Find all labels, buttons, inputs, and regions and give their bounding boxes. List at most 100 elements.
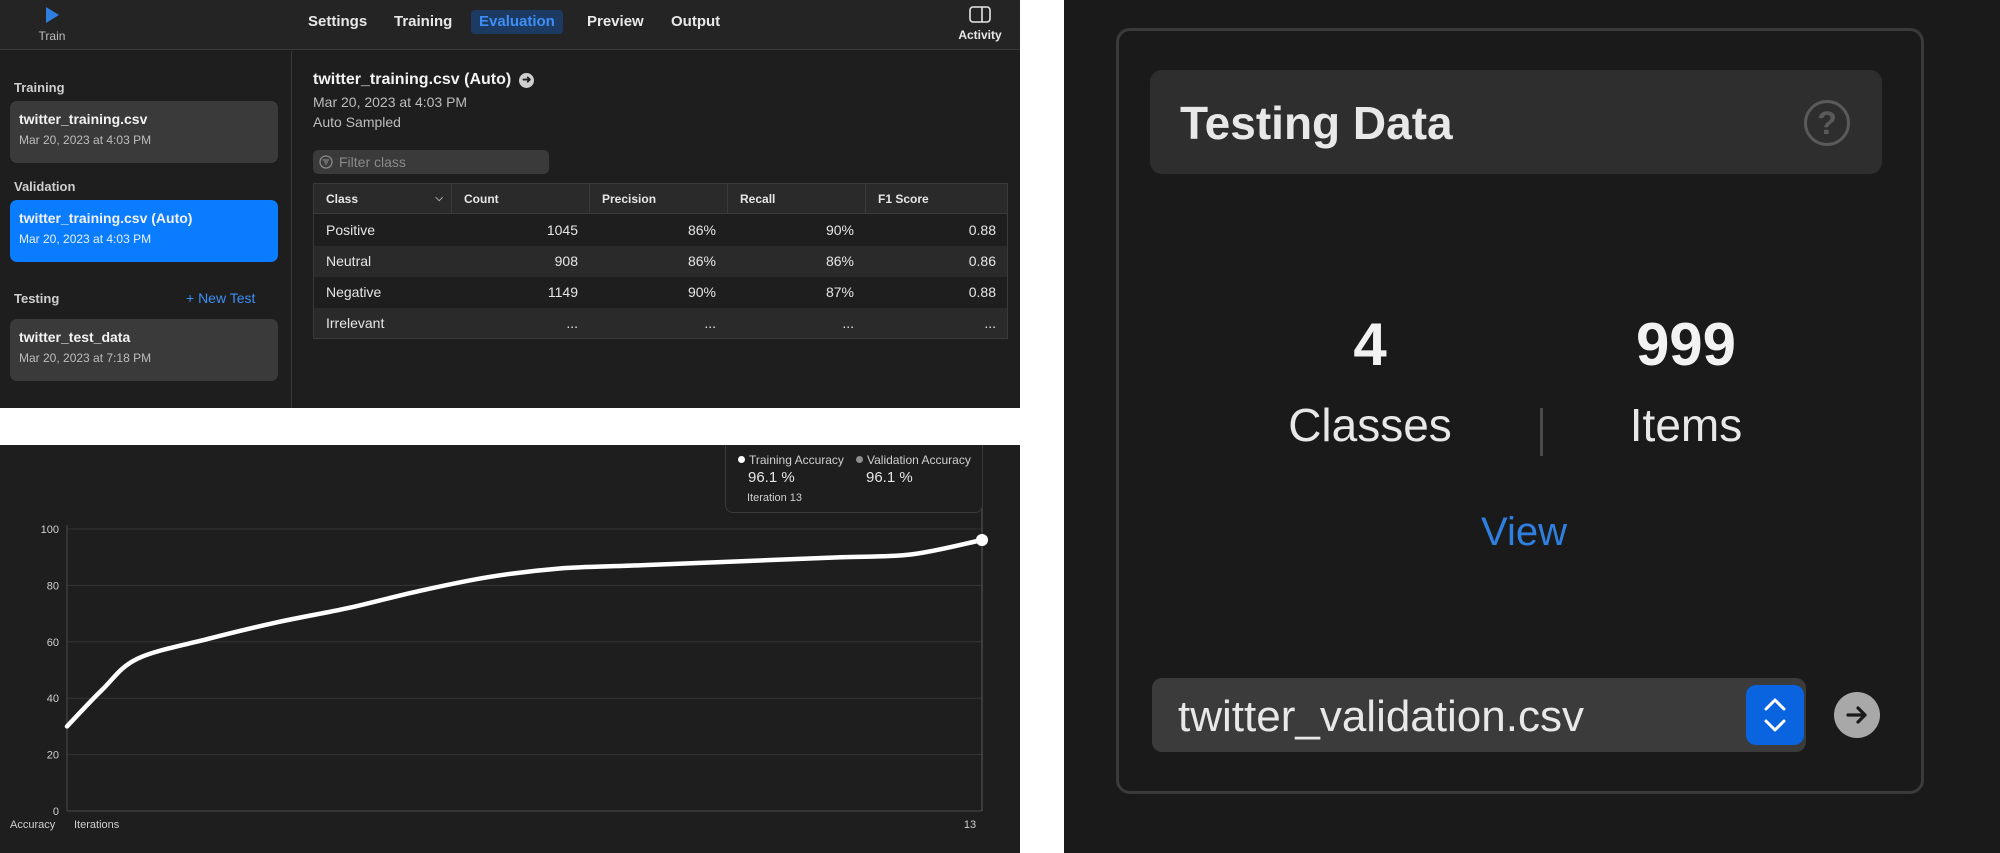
validation-dataset-date: Mar 20, 2023 at 4:03 PM xyxy=(19,232,152,246)
filter-icon xyxy=(319,155,333,169)
y-tick-label: 60 xyxy=(47,637,59,649)
column-header-class[interactable]: Class ⌵ xyxy=(314,184,452,214)
evaluation-title-text: twitter_training.csv (Auto) xyxy=(313,71,512,88)
training-accuracy-point xyxy=(976,533,988,546)
items-label: Items xyxy=(1629,399,1743,451)
iteration-readout: Iteration 13 xyxy=(747,492,803,504)
column-header-f1[interactable]: F1 Score xyxy=(866,184,1007,214)
chevron-down-icon: ⌵ xyxy=(435,193,443,204)
accuracy-chart-panel: 0 20 40 60 80 100 13 Training Accuracy 96.1 % … xyxy=(0,445,1020,853)
data-sources-sidebar: Training twitter_training.csv Mar 20, 20… xyxy=(0,51,292,408)
y-tick-label: 40 xyxy=(47,693,59,705)
validation-section-title: Validation xyxy=(14,179,76,194)
legend-training: Training Accuracy 96.1 % xyxy=(738,451,844,486)
testing-section-title: Testing xyxy=(14,291,60,306)
recall-cell: ... xyxy=(842,315,854,331)
count-cell: ... xyxy=(566,315,578,331)
classes-count: 4 xyxy=(1353,311,1387,378)
validation-dataset-card[interactable]: twitter_training.csv (Auto) Mar 20, 2023… xyxy=(10,200,278,262)
training-dataset-card[interactable]: twitter_training.csv Mar 20, 2023 at 4:0… xyxy=(10,101,278,163)
validation-accuracy-value: 96.1 % xyxy=(866,469,913,486)
train-label: Train xyxy=(38,29,66,43)
recall-cell: 86% xyxy=(825,253,854,269)
activity-button[interactable]: Activity xyxy=(950,6,1010,42)
select-stepper[interactable] xyxy=(1746,685,1804,745)
legend-validation-label: Validation Accuracy xyxy=(867,453,971,467)
training-dataset-name: twitter_training.csv xyxy=(19,111,148,127)
f1-cell: 0.88 xyxy=(968,284,996,300)
testing-data-title: Testing Data xyxy=(1180,97,1453,149)
column-header-precision[interactable]: Precision xyxy=(590,184,728,214)
x-axis-label: Iterations xyxy=(74,819,120,831)
evaluation-date: Mar 20, 2023 at 4:03 PM xyxy=(313,94,468,110)
training-dataset-date: Mar 20, 2023 at 4:03 PM xyxy=(19,133,152,147)
count-cell: 1149 xyxy=(547,284,578,300)
validation-dataset-name: twitter_training.csv (Auto) xyxy=(19,210,193,226)
go-arrow-icon[interactable]: ➜ xyxy=(519,73,535,88)
legend-training-dot xyxy=(738,456,745,463)
help-icon[interactable]: ? xyxy=(1804,100,1850,146)
tab-preview[interactable]: Preview xyxy=(579,10,652,34)
evaluation-title: twitter_training.csv (Auto) ➜ xyxy=(313,71,535,89)
go-arrow-button[interactable] xyxy=(1834,692,1880,738)
table-row[interactable]: Positive 1045 86% 90% 0.88 xyxy=(314,215,1007,246)
testing-data-panel: Testing Data ? 4 Classes 999 Items View … xyxy=(1064,0,2000,853)
class-cell: Neutral xyxy=(326,253,372,269)
f1-cell: ... xyxy=(984,315,996,331)
column-header-count[interactable]: Count xyxy=(452,184,590,214)
tab-output[interactable]: Output xyxy=(663,10,728,34)
precision-cell: 90% xyxy=(687,284,716,300)
new-test-button[interactable]: + New Test xyxy=(186,290,255,306)
tab-evaluation[interactable]: Evaluation xyxy=(471,10,563,34)
table-row[interactable]: Neutral 908 86% 86% 0.86 xyxy=(314,246,1007,277)
precision-cell: 86% xyxy=(687,253,716,269)
precision-cell: ... xyxy=(704,315,716,331)
table-row[interactable]: Negative 1149 90% 87% 0.88 xyxy=(314,277,1007,308)
testing-file-select[interactable]: twitter_validation.csv xyxy=(1152,678,1806,752)
toolbar: Train Settings Training Evaluation Previ… xyxy=(0,0,1020,50)
y-tick-label: 100 xyxy=(41,524,59,536)
precision-cell: 86% xyxy=(687,222,716,238)
evaluation-sampling: Auto Sampled xyxy=(313,114,401,130)
testing-dataset-name: twitter_test_data xyxy=(19,329,131,345)
chart-legend: Training Accuracy 96.1 % Validation Accu… xyxy=(725,445,983,513)
f1-cell: 0.88 xyxy=(968,222,996,238)
stats-divider xyxy=(1540,408,1543,456)
arrow-right-icon xyxy=(1846,706,1867,724)
sidebar-toggle-icon xyxy=(969,6,991,23)
filter-class-input[interactable] xyxy=(339,153,539,171)
table-header: Class ⌵ Count Precision Recall F1 Score xyxy=(314,184,1007,214)
recall-cell: 87% xyxy=(825,284,854,300)
table-row[interactable]: Irrelevant ... ... ... ... xyxy=(314,308,1007,338)
f1-cell: 0.86 xyxy=(968,253,996,269)
count-cell: 908 xyxy=(554,253,578,269)
x-tick-label: 13 xyxy=(964,819,976,831)
class-cell: Negative xyxy=(326,284,382,300)
view-link[interactable]: View xyxy=(1404,510,1644,555)
filter-class-field xyxy=(313,150,549,174)
count-cell: 1045 xyxy=(546,222,578,238)
selected-file: twitter_validation.csv xyxy=(1178,692,1584,741)
class-cell: Positive xyxy=(326,222,376,238)
y-tick-label: 0 xyxy=(53,806,59,818)
legend-validation: Validation Accuracy 96.1 % xyxy=(856,451,971,486)
tab-training[interactable]: Training xyxy=(386,10,460,34)
activity-label: Activity xyxy=(958,28,1002,42)
chevron-up-down-icon xyxy=(1764,698,1786,732)
class-cell: Irrelevant xyxy=(326,315,385,331)
training-section-title: Training xyxy=(14,80,65,95)
train-button[interactable]: Train xyxy=(34,4,70,43)
evaluation-main: twitter_training.csv (Auto) ➜ Mar 20, 202… xyxy=(293,51,1020,408)
recall-cell: 90% xyxy=(825,222,854,238)
items-count: 999 xyxy=(1635,311,1737,378)
classes-label: Classes xyxy=(1288,399,1452,451)
play-icon xyxy=(46,7,59,23)
testing-dataset-date: Mar 20, 2023 at 7:18 PM xyxy=(19,351,152,365)
testing-dataset-card[interactable]: twitter_test_data Mar 20, 2023 at 7:18 P… xyxy=(10,319,278,381)
tab-settings[interactable]: Settings xyxy=(300,10,375,34)
testing-data-header: Testing Data ? xyxy=(1150,70,1882,174)
y-tick-label: 80 xyxy=(47,580,59,592)
column-header-recall[interactable]: Recall xyxy=(728,184,866,214)
evaluation-window: Train Settings Training Evaluation Previ… xyxy=(0,0,1020,408)
legend-training-label: Training Accuracy xyxy=(749,453,844,467)
